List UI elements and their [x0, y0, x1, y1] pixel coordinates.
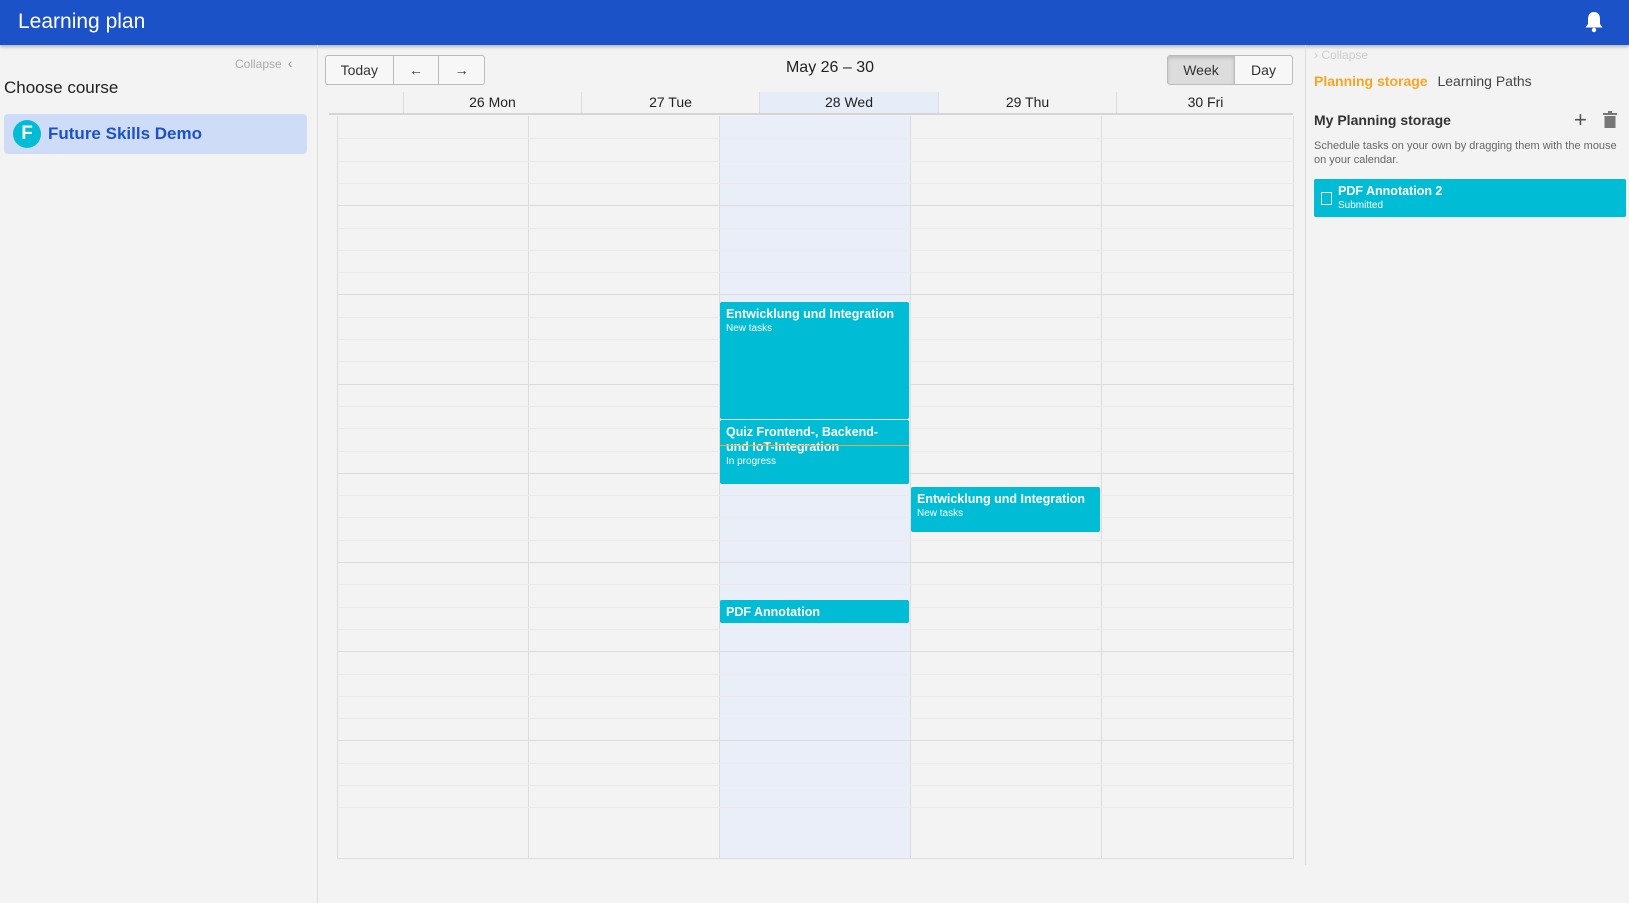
- event-title: Entwicklung und Integration: [726, 307, 895, 321]
- chevron-left-icon: ‹: [287, 55, 293, 71]
- day-view-button[interactable]: Day: [1235, 56, 1292, 84]
- hour-line: [338, 294, 1294, 295]
- week-view-button[interactable]: Week: [1168, 56, 1235, 84]
- day-header-fri: 30 Fri: [1116, 92, 1294, 113]
- event-title: Entwicklung und Integration: [917, 492, 1086, 506]
- tab-planning-storage[interactable]: Planning storage: [1314, 73, 1428, 89]
- slot-line: [338, 228, 1294, 229]
- hour-line: [338, 205, 1294, 206]
- event-card[interactable]: Entwicklung und Integration New tasks: [720, 302, 909, 419]
- view-toggle-group: Week Day: [1167, 55, 1293, 85]
- header-divider: [329, 113, 1293, 115]
- choose-course-label: Choose course: [4, 78, 119, 97]
- event-status: New tasks: [917, 508, 964, 519]
- event-card[interactable]: PDF Annotation: [720, 600, 909, 623]
- slot-line: [338, 138, 1294, 139]
- storage-task-card[interactable]: PDF Annotation 2 Submitted: [1314, 179, 1626, 217]
- collapse-right-button[interactable]: › Collapse: [1314, 48, 1368, 62]
- slot-line: [338, 517, 1294, 518]
- slot-line: [338, 584, 1294, 585]
- event-status: In progress: [726, 456, 777, 467]
- event-card[interactable]: Entwicklung und Integration New tasks: [911, 487, 1100, 532]
- slot-line: [338, 272, 1294, 273]
- day-header-tue: 27 Tue: [581, 92, 759, 113]
- hour-line: [338, 562, 1294, 563]
- storage-hint: Schedule tasks on your own by dragging t…: [1314, 140, 1617, 166]
- day-header-thu: 29 Thu: [938, 92, 1116, 113]
- slot-line: [338, 763, 1294, 764]
- planning-panel: › Collapse Planning storage Learning Pat…: [1305, 45, 1629, 865]
- slot-line: [338, 495, 1294, 496]
- slot-line: [338, 807, 1294, 808]
- day-header-wed: 28 Wed: [759, 92, 938, 113]
- plus-icon[interactable]: +: [1574, 107, 1587, 133]
- slot-line: [338, 718, 1294, 719]
- slot-line: [338, 674, 1294, 675]
- current-time-indicator: [720, 445, 909, 446]
- panel-tabs: Planning storage Learning Paths: [1314, 73, 1532, 89]
- event-title: PDF Annotation: [726, 605, 820, 619]
- collapse-left-button[interactable]: Collapse ‹: [235, 55, 292, 71]
- hour-line: [338, 651, 1294, 652]
- chevron-right-icon: ›: [1314, 48, 1318, 62]
- slot-line: [338, 161, 1294, 162]
- app-header: Learning plan: [0, 0, 1629, 45]
- trash-icon[interactable]: [1603, 111, 1617, 128]
- course-sidebar: Collapse ‹ Choose course F Future Skills …: [0, 45, 318, 903]
- tab-learning-paths[interactable]: Learning Paths: [1437, 73, 1531, 89]
- course-name: Future Skills Demo: [48, 124, 202, 143]
- clipboard-icon: [1321, 192, 1332, 205]
- today-button[interactable]: Today: [326, 56, 394, 84]
- prev-week-button[interactable]: ←: [394, 56, 440, 84]
- week-grid: Entwicklung und Integration New tasks Qu…: [337, 116, 1294, 859]
- course-item-future-skills-demo[interactable]: F Future Skills Demo: [4, 114, 307, 154]
- slot-line: [338, 250, 1294, 251]
- date-range-title: May 26 – 30: [785, 59, 875, 76]
- slot-line: [338, 696, 1294, 697]
- slot-line: [338, 183, 1294, 184]
- course-avatar: F: [13, 120, 41, 148]
- task-title: PDF Annotation 2: [1338, 184, 1443, 198]
- day-header-mon: 26 Mon: [403, 92, 581, 113]
- collapse-label: Collapse: [235, 57, 282, 71]
- slot-line: [338, 540, 1294, 541]
- storage-title: My Planning storage: [1314, 112, 1451, 128]
- task-status: Submitted: [1338, 200, 1384, 211]
- bell-icon[interactable]: [1584, 11, 1604, 33]
- nav-button-group: Today ← →: [325, 55, 485, 85]
- event-title: Quiz Frontend-, Backend- und IoT-Integra…: [726, 425, 879, 454]
- slot-line: [338, 785, 1294, 786]
- hour-line: [338, 740, 1294, 741]
- app-title: Learning plan: [18, 10, 146, 33]
- collapse-label: Collapse: [1321, 48, 1369, 62]
- event-card[interactable]: Quiz Frontend-, Backend- und IoT-Integra…: [720, 420, 909, 484]
- event-status: New tasks: [726, 323, 773, 334]
- slot-line: [338, 629, 1294, 630]
- next-week-button[interactable]: →: [439, 56, 484, 84]
